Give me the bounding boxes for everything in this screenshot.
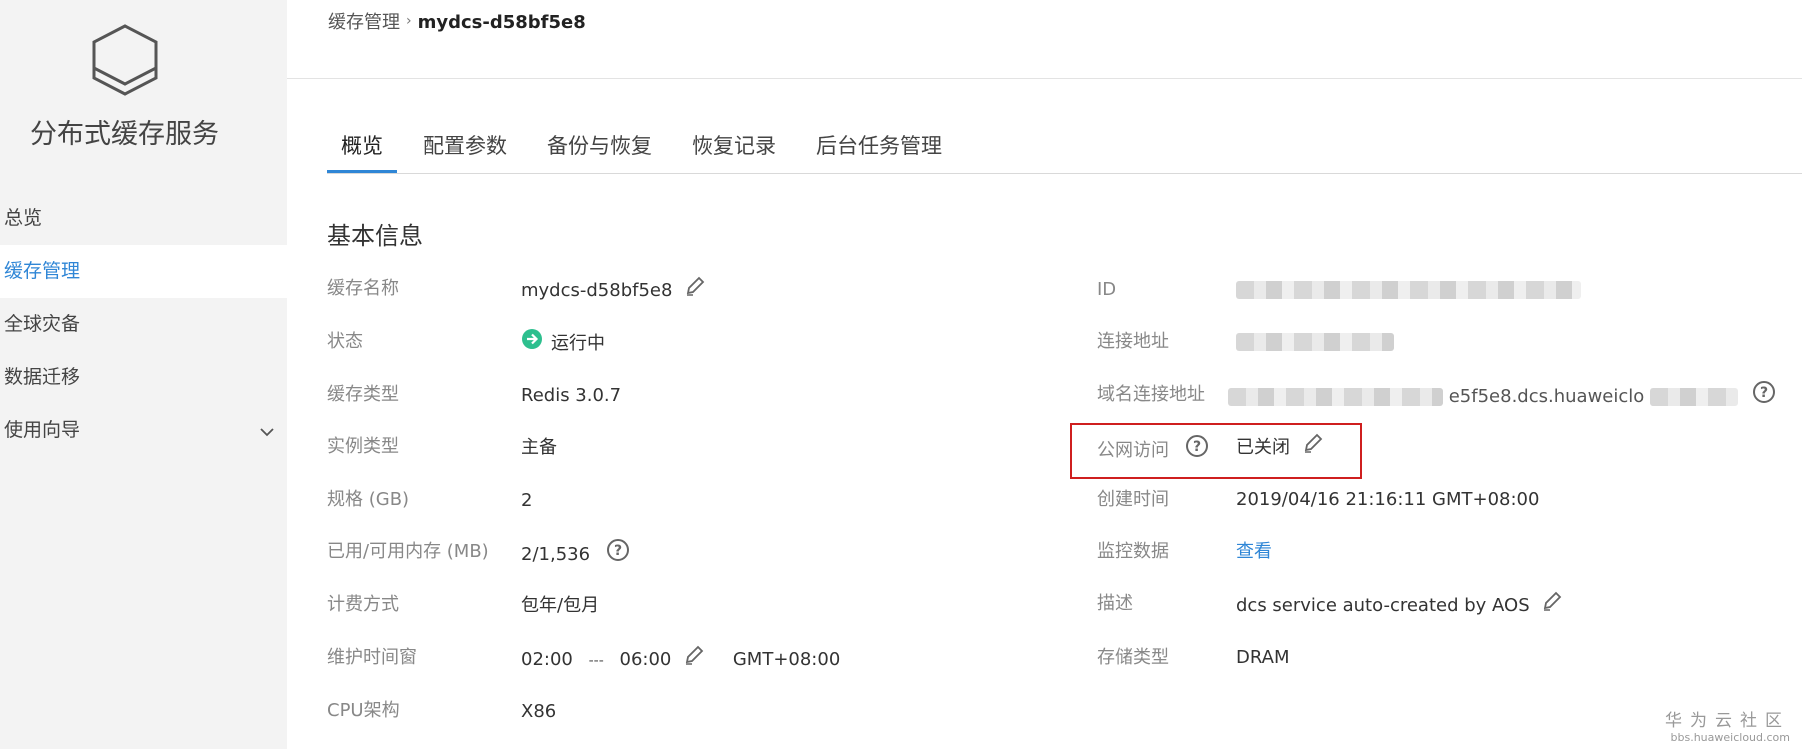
sidebar-item-label: 全球灾备 <box>4 313 81 335</box>
sidebar-item-global-dr[interactable]: 全球灾备 <box>0 298 287 351</box>
billing-value: 包年/包月 <box>521 595 600 616</box>
chevron-down-icon <box>259 404 275 457</box>
breadcrumb: 缓存管理 › mydcs-d58bf5e8 <box>328 8 586 34</box>
address-redacted <box>1236 333 1394 351</box>
tab-overview[interactable]: 概览 <box>327 128 397 174</box>
tab-config-params[interactable]: 配置参数 <box>409 128 521 174</box>
instance-type-value: 主备 <box>521 437 557 458</box>
edit-pencil-icon[interactable] <box>683 644 705 676</box>
billing-label: 计费方式 <box>327 594 399 615</box>
address-label: 连接地址 <box>1097 331 1169 352</box>
sidebar-item-data-migration[interactable]: 数据迁移 <box>0 351 287 404</box>
id-label: ID <box>1097 279 1117 300</box>
description-value: dcs service auto-created by AOS <box>1236 590 1563 620</box>
domain-address-value: e5f5e8.dcs.huaweiclo ? <box>1228 380 1776 410</box>
memory-label: 已用/可用内存 (MB) <box>327 541 489 562</box>
cache-name-text: mydcs-d58bf5e8 <box>521 280 673 301</box>
svg-text:?: ? <box>1760 385 1768 401</box>
domain-redacted-suffix <box>1650 388 1739 406</box>
sidebar-nav: 总览 缓存管理 全球灾备 数据迁移 使用向导 <box>0 192 287 457</box>
description-label: 描述 <box>1097 593 1133 614</box>
status-label: 状态 <box>327 331 363 352</box>
service-logo <box>0 22 250 98</box>
maintenance-label: 维护时间窗 <box>327 647 417 668</box>
maintenance-start: 02:00 <box>521 649 573 670</box>
watermark: 华为云社区 bbs.huaweicloud.com <box>1665 706 1790 744</box>
cache-type-label: 缓存类型 <box>327 384 399 405</box>
svg-text:?: ? <box>614 543 622 559</box>
instance-type-label: 实例类型 <box>327 436 399 457</box>
maintenance-dash: --- <box>588 653 604 669</box>
breadcrumb-separator-icon: › <box>406 13 412 29</box>
address-value <box>1236 327 1394 357</box>
hexagon-cube-icon <box>92 24 158 96</box>
tab-background-tasks[interactable]: 后台任务管理 <box>802 128 956 174</box>
header-divider <box>287 78 1802 79</box>
domain-visible-text: e5f5e8.dcs.huaweiclo <box>1448 386 1645 407</box>
domain-redacted-prefix <box>1228 388 1443 406</box>
cpu-label: CPU架构 <box>327 700 400 721</box>
created-value: 2019/04/16 21:16:11 GMT+08:00 <box>1236 489 1540 510</box>
description-text: dcs service auto-created by AOS <box>1236 595 1530 616</box>
cpu-value: X86 <box>521 701 557 722</box>
sidebar-item-label: 缓存管理 <box>4 260 81 282</box>
highlight-box <box>1070 423 1362 479</box>
monitor-label: 监控数据 <box>1097 541 1169 562</box>
monitor-view-link[interactable]: 查看 <box>1236 537 1272 567</box>
sidebar-item-usage-guide[interactable]: 使用向导 <box>0 404 287 457</box>
sidebar: 分布式缓存服务 总览 缓存管理 全球灾备 数据迁移 使用向导 <box>0 0 287 749</box>
memory-value: 2/1,536 ? <box>521 538 630 568</box>
breadcrumb-current: mydcs-d58bf5e8 <box>417 12 586 33</box>
status-value: 运行中 <box>521 328 605 358</box>
spec-value: 2 <box>521 490 533 511</box>
created-label: 创建时间 <box>1097 489 1169 510</box>
sidebar-item-overview[interactable]: 总览 <box>0 192 287 245</box>
sidebar-item-cache-management[interactable]: 缓存管理 <box>0 245 287 298</box>
maintenance-timezone: GMT+08:00 <box>732 649 841 670</box>
sidebar-item-label: 数据迁移 <box>4 366 81 388</box>
sidebar-item-label: 总览 <box>4 207 43 229</box>
edit-pencil-icon[interactable] <box>684 275 706 307</box>
cache-name-value: mydcs-d58bf5e8 <box>521 275 706 305</box>
spec-label: 规格 (GB) <box>327 489 410 510</box>
status-text: 运行中 <box>551 333 605 354</box>
tab-bar: 概览 配置参数 备份与恢复 恢复记录 后台任务管理 <box>327 128 968 174</box>
id-redacted <box>1236 281 1581 299</box>
storage-label: 存储类型 <box>1097 647 1169 668</box>
tab-backup-restore[interactable]: 备份与恢复 <box>533 128 666 174</box>
tabs-divider <box>327 173 1802 174</box>
section-title: 基本信息 <box>327 222 423 250</box>
edit-pencil-icon[interactable] <box>1541 590 1563 622</box>
watermark-name: 华为云社区 <box>1665 711 1790 731</box>
service-name: 分布式缓存服务 <box>30 119 219 150</box>
help-circle-icon[interactable]: ? <box>606 538 630 572</box>
cache-name-label: 缓存名称 <box>327 278 399 299</box>
domain-address-label: 域名连接地址 <box>1097 384 1205 405</box>
tab-restore-records[interactable]: 恢复记录 <box>678 128 790 174</box>
help-circle-icon[interactable]: ? <box>1752 380 1776 414</box>
memory-text: 2/1,536 <box>521 544 591 565</box>
maintenance-value: 02:00 --- 06:00 GMT+08:00 <box>521 644 840 674</box>
breadcrumb-parent-link[interactable]: 缓存管理 <box>328 12 400 33</box>
cache-type-value: Redis 3.0.7 <box>521 385 622 406</box>
running-status-icon <box>521 328 543 360</box>
id-value <box>1236 275 1581 305</box>
maintenance-end: 06:00 <box>619 649 672 670</box>
watermark-url: bbs.huaweicloud.com <box>1670 731 1790 744</box>
sidebar-item-label: 使用向导 <box>4 419 81 441</box>
storage-value: DRAM <box>1236 647 1290 668</box>
